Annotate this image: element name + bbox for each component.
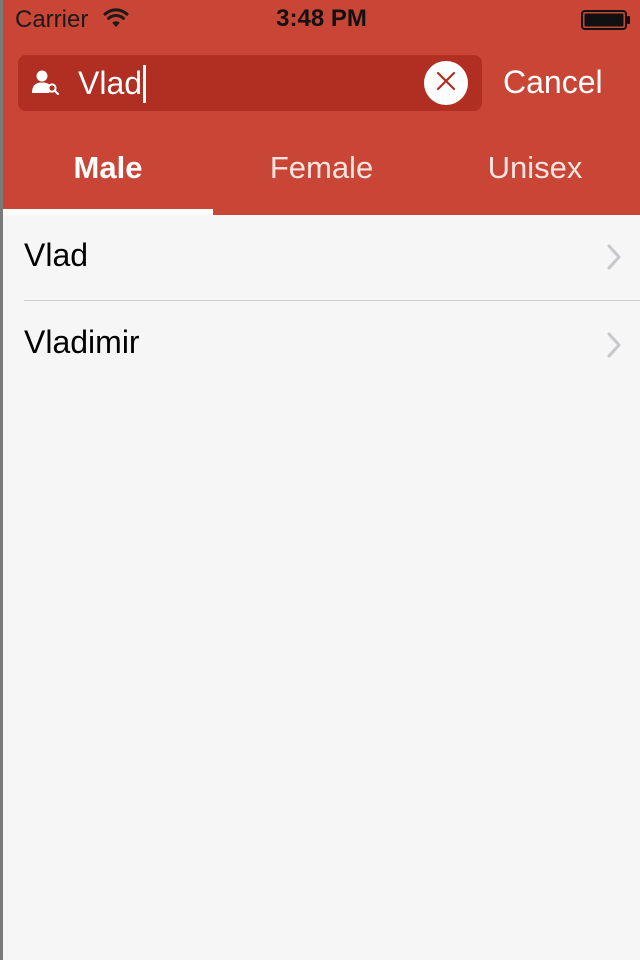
- text-cursor: [143, 64, 147, 103]
- chevron-right-icon: [607, 332, 621, 363]
- search-field[interactable]: Vlad: [18, 55, 482, 111]
- tab-male[interactable]: Male: [3, 135, 213, 215]
- status-bar: Carrier 3:48 PM: [3, 0, 640, 40]
- search-input-value: Vlad: [78, 65, 143, 101]
- list-item-label: Vladimir: [24, 324, 140, 360]
- header: Carrier 3:48 PM Vlad Cancel Male Female …: [3, 0, 640, 215]
- search-input[interactable]: Vlad: [78, 63, 147, 103]
- list-item-label: Vlad: [24, 237, 89, 273]
- person-search-icon: [32, 69, 62, 102]
- list-item[interactable]: Vlad: [3, 215, 640, 301]
- status-time: 3:48 PM: [276, 5, 367, 32]
- results-list: Vlad Vladimir: [3, 215, 640, 390]
- cancel-button[interactable]: Cancel: [503, 60, 603, 104]
- tab-female[interactable]: Female: [213, 135, 430, 215]
- list-item[interactable]: Vladimir: [3, 301, 640, 390]
- gender-tabs: Male Female Unisex: [3, 135, 640, 215]
- battery-icon: [581, 10, 631, 35]
- tab-unisex[interactable]: Unisex: [430, 135, 640, 215]
- clear-search-button[interactable]: [424, 61, 468, 105]
- chevron-right-icon: [607, 244, 621, 275]
- clear-icon: [436, 71, 456, 96]
